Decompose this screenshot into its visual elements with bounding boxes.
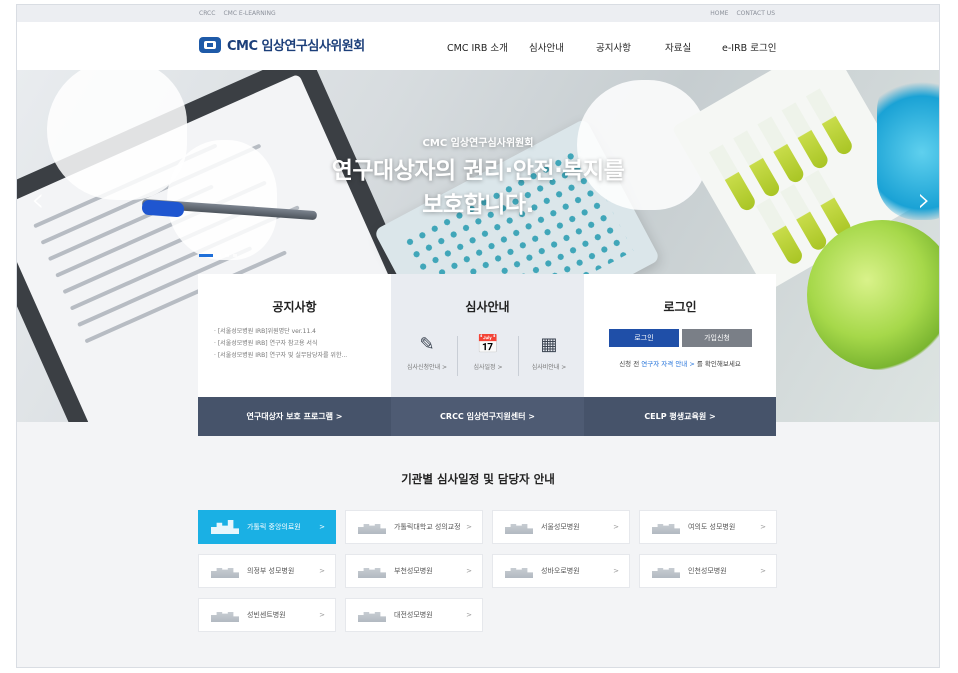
contact-us-link[interactable]: CONTACT US — [736, 10, 775, 17]
hospital-name: 성바오로병원 — [541, 567, 580, 575]
slide-dot[interactable] — [225, 254, 229, 257]
notice-item[interactable]: [서울성모병원 IRB] 연구자 참고용 서식 — [214, 338, 347, 350]
hospital-name: 인천성모병원 — [688, 567, 727, 575]
hospital-name: 여의도 성모병원 — [688, 523, 736, 531]
hero-title: 연구대상자의 권리·안전·복지를 보호합니다. — [17, 154, 939, 222]
chevron-right-icon: > — [319, 523, 325, 531]
hospital-name: 대전성모병원 — [394, 611, 433, 619]
building-icon — [358, 520, 386, 534]
main-header: CMC 임상연구심사위원회 CMC IRB 소개 심사안내 공지사항 자료실 e… — [17, 22, 939, 70]
chevron-right-icon: > — [319, 611, 325, 619]
hospital-button[interactable]: 가톨릭대학교 성의교정 > — [345, 510, 483, 544]
utility-bar: CRCC CMC E-LEARNING HOME CONTACT US — [17, 5, 939, 22]
hero-title-line1: 연구대상자의 권리·안전·복지를 — [331, 158, 625, 184]
hospital-name: 부천성모병원 — [394, 567, 433, 575]
chevron-right-icon: > — [466, 611, 472, 619]
hospital-section-title: 기관별 심사일정 및 담당자 안내 — [401, 472, 555, 486]
notice-item[interactable]: [서울성모병원 IRB]위원명단 ver.11.4 — [214, 326, 347, 338]
hospital-button[interactable]: 성빈센트병원 > — [198, 598, 336, 632]
nav-irb-intro[interactable]: CMC IRB 소개 — [447, 40, 508, 54]
green-flask-image — [807, 220, 939, 370]
logo-text: CMC 임상연구심사위원회 — [227, 39, 365, 54]
hospital-button[interactable]: 성바오로병원 > — [492, 554, 630, 588]
review-apply-link[interactable]: ✎ 심사신청안내 > — [397, 334, 457, 371]
hospital-button[interactable]: 여의도 성모병원 > — [639, 510, 777, 544]
nav-library[interactable]: 자료실 — [665, 40, 691, 54]
celp-education-link[interactable]: CELP 평생교육원 > — [584, 397, 776, 436]
protection-program-link[interactable]: 연구대상자 보호 프로그램 > — [198, 397, 391, 436]
nav-review-guide[interactable]: 심사안내 — [529, 40, 564, 54]
hospital-button[interactable]: 의정부 성모병원 > — [198, 554, 336, 588]
chevron-left-icon[interactable]: ‹ — [31, 180, 45, 220]
chevron-right-icon[interactable]: › — [917, 180, 931, 220]
login-title: 로그인 — [663, 300, 697, 314]
building-icon — [211, 564, 239, 578]
slide-indicator — [199, 254, 237, 257]
hospital-name: 성빈센트병원 — [247, 611, 286, 619]
hospital-button[interactable]: 가톨릭 중앙의료원 > — [198, 510, 336, 544]
building-icon — [652, 564, 680, 578]
hospital-name: 가톨릭 중앙의료원 — [247, 523, 301, 531]
slide-dot-active[interactable] — [199, 254, 213, 257]
site-logo[interactable]: CMC 임상연구심사위원회 — [199, 35, 365, 54]
hero-title-line2: 보호합니다. — [422, 192, 534, 218]
notice-panel: 공지사항 [서울성모병원 IRB]위원명단 ver.11.4 [서울성모병원 I… — [198, 274, 391, 397]
crcc-center-link[interactable]: CRCC 임상연구지원센터 > — [391, 397, 584, 436]
building-icon — [505, 520, 533, 534]
building-icon — [358, 564, 386, 578]
review-apply-label: 심사신청안내 > — [406, 364, 448, 371]
hospital-button[interactable]: 서울성모병원 > — [492, 510, 630, 544]
nav-eirb-login[interactable]: e-IRB 로그인 — [722, 40, 776, 54]
building-icon — [652, 520, 680, 534]
join-button[interactable]: 가입신청 — [682, 329, 752, 347]
login-hint-suffix: 를 확인해보세요 — [696, 360, 741, 368]
hospital-name: 서울성모병원 — [541, 523, 580, 531]
chevron-right-icon: > — [319, 567, 325, 575]
review-panel: 심사안내 ✎ 심사신청안내 > 📅 심사일정 > ▦ 심사비안내 > — [391, 274, 584, 397]
logo-icon — [199, 36, 221, 53]
chevron-right-icon: > — [466, 567, 472, 575]
review-schedule-label: 심사일정 > — [473, 364, 503, 371]
elearning-link[interactable]: CMC E-LEARNING — [223, 10, 275, 17]
review-fee-link[interactable]: ▦ 심사비안내 > — [519, 334, 579, 371]
hospital-name: 가톨릭대학교 성의교정 — [394, 523, 461, 531]
review-fee-label: 심사비안내 > — [531, 364, 567, 371]
building-icon — [211, 608, 239, 622]
chevron-right-icon: > — [760, 567, 766, 575]
building-icon — [505, 564, 533, 578]
building-icon — [358, 608, 386, 622]
chevron-right-icon: > — [466, 523, 472, 531]
review-schedule-link[interactable]: 📅 심사일정 > — [458, 334, 518, 371]
hospital-button[interactable]: 인천성모병원 > — [639, 554, 777, 588]
nav-notices[interactable]: 공지사항 — [596, 40, 631, 54]
building-icon — [211, 520, 239, 534]
crcc-link[interactable]: CRCC — [199, 10, 215, 17]
home-link[interactable]: HOME — [710, 10, 728, 17]
chevron-right-icon: > — [613, 567, 619, 575]
quick-panels: 공지사항 [서울성모병원 IRB]위원명단 ver.11.4 [서울성모병원 I… — [198, 274, 776, 436]
slide-dot[interactable] — [217, 254, 221, 257]
chevron-right-icon: > — [613, 523, 619, 531]
chevron-right-icon: > — [760, 523, 766, 531]
hospital-name: 의정부 성모병원 — [247, 567, 295, 575]
login-panel: 로그인 로그인 가입신청 신청 전 연구자 자격 안내 > 를 확인해보세요 — [584, 274, 776, 397]
hospital-button[interactable]: 부천성모병원 > — [345, 554, 483, 588]
notice-item[interactable]: [서울성모병원 IRB] 연구자 및 실무담당자를 위한... — [214, 350, 347, 362]
login-button[interactable]: 로그인 — [609, 329, 679, 347]
slide-dot[interactable] — [233, 254, 237, 257]
login-hint-prefix: 신청 전 — [619, 360, 640, 368]
hospital-button[interactable]: 대전성모병원 > — [345, 598, 483, 632]
notice-title[interactable]: 공지사항 — [198, 298, 391, 315]
login-hint: 신청 전 연구자 자격 안내 > 를 확인해보세요 — [584, 358, 776, 368]
edit-form-icon: ✎ — [419, 334, 435, 355]
researcher-qualification-link[interactable]: 연구자 자격 안내 > — [641, 360, 695, 368]
calendar-icon: 📅 — [476, 334, 500, 355]
calculator-icon: ▦ — [540, 334, 558, 355]
hero-subtitle: CMC 임상연구심사위원회 — [422, 138, 534, 149]
page-frame: CRCC CMC E-LEARNING HOME CONTACT US CMC … — [16, 4, 940, 668]
review-title: 심사안내 — [465, 300, 510, 314]
